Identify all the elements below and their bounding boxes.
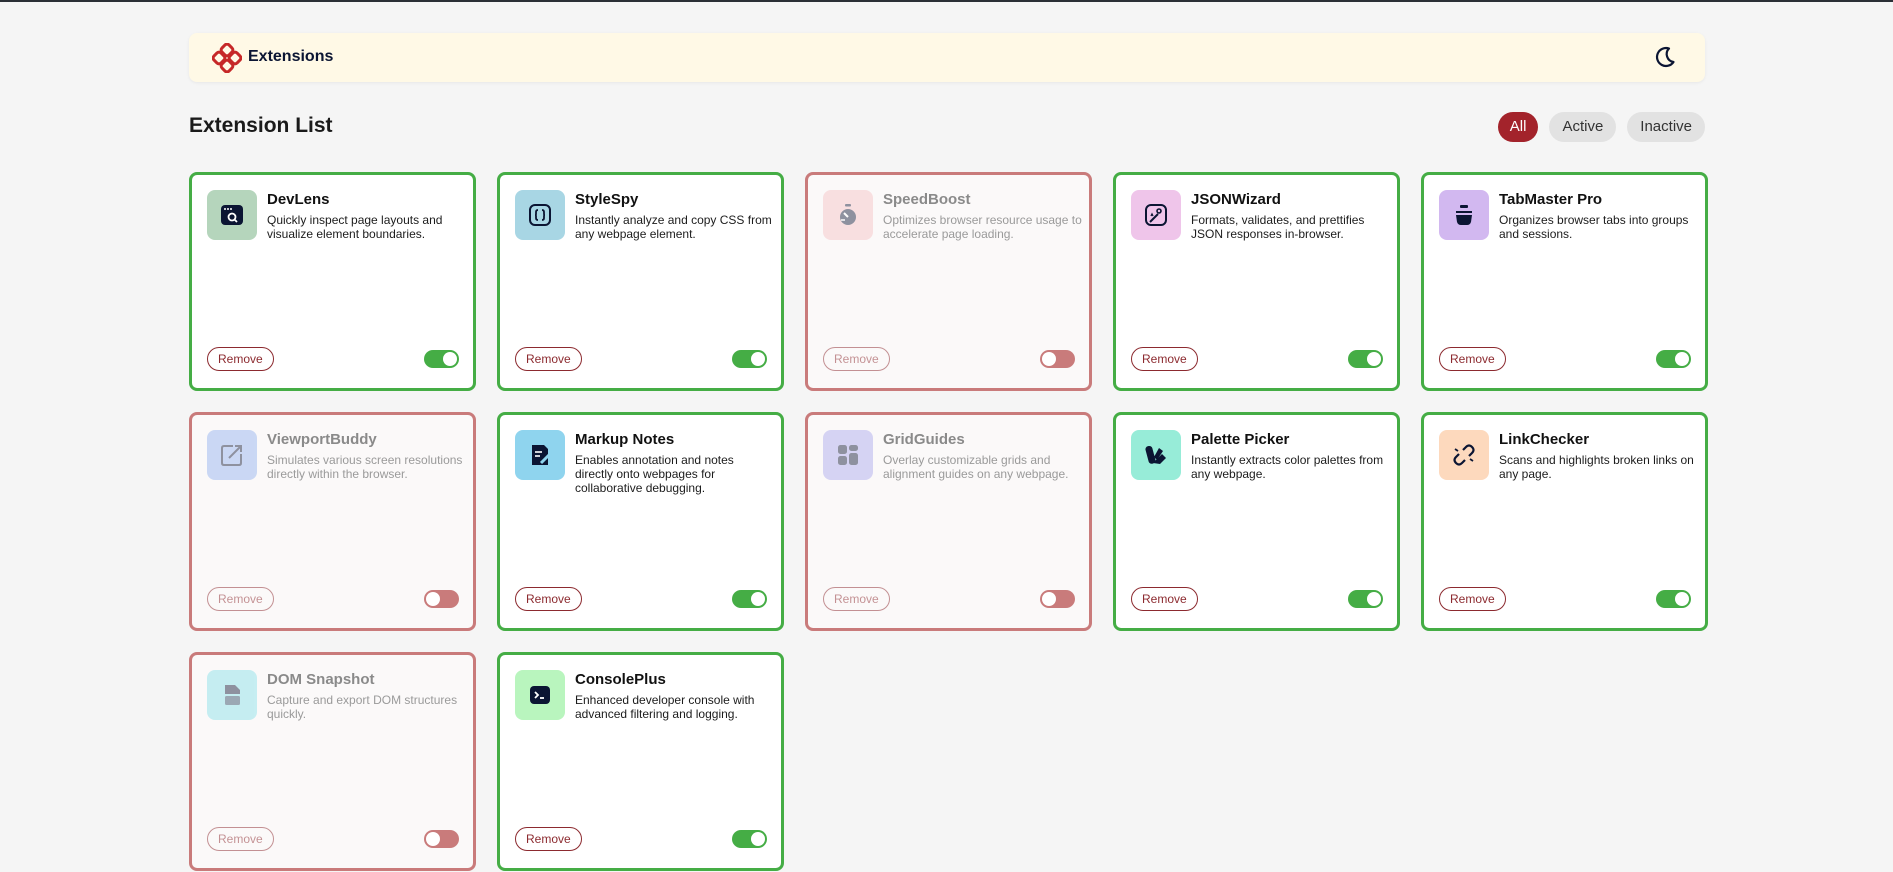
extensions-logo-icon	[212, 43, 242, 73]
toggle-knob	[1367, 592, 1381, 606]
extension-description: Overlay customizable grids and alignment…	[883, 453, 1069, 481]
remove-button[interactable]: Remove	[515, 347, 582, 371]
extension-list-title: Extension List	[189, 114, 333, 137]
extension-name: DOM Snapshot	[267, 671, 375, 688]
extension-name: ConsolePlus	[575, 671, 666, 688]
extension-card: ViewportBuddy Simulates various screen r…	[189, 412, 476, 631]
document-snapshot-icon	[207, 670, 257, 720]
top-border	[0, 0, 1893, 2]
remove-button[interactable]: Remove	[1131, 347, 1198, 371]
toggle-knob	[751, 592, 765, 606]
remove-button[interactable]: Remove	[515, 827, 582, 851]
enable-toggle[interactable]	[732, 830, 767, 848]
grid-layout-icon	[823, 430, 873, 480]
remove-button[interactable]: Remove	[823, 347, 890, 371]
extension-name: Palette Picker	[1191, 431, 1290, 448]
brand-name: Extensions	[248, 48, 334, 65]
extension-description: Enhanced developer console with advanced…	[575, 693, 755, 721]
extension-card: DevLens Quickly inspect page layouts and…	[189, 172, 476, 391]
extension-description: Instantly analyze and copy CSS from any …	[575, 213, 772, 241]
remove-button[interactable]: Remove	[1131, 587, 1198, 611]
enable-toggle[interactable]	[424, 350, 459, 368]
remove-button[interactable]: Remove	[823, 587, 890, 611]
remove-button[interactable]: Remove	[207, 347, 274, 371]
extension-description: Instantly extracts color palettes from a…	[1191, 453, 1384, 481]
app-header: Extensions	[189, 33, 1705, 82]
toggle-knob	[1675, 352, 1689, 366]
terminal-icon	[515, 670, 565, 720]
extension-name: LinkChecker	[1499, 431, 1590, 448]
tab-stack-icon	[1439, 190, 1489, 240]
broken-link-icon	[1439, 430, 1489, 480]
enable-toggle[interactable]	[1656, 590, 1691, 608]
enable-toggle[interactable]	[1040, 590, 1075, 608]
extension-card: LinkChecker Scans and highlights broken …	[1421, 412, 1708, 631]
extension-name: Markup Notes	[575, 431, 675, 448]
toggle-knob	[443, 352, 457, 366]
extension-description: Simulates various screen resolutions dir…	[267, 453, 463, 481]
extension-card: ConsolePlus Enhanced developer console w…	[497, 652, 784, 871]
enable-toggle[interactable]	[424, 830, 459, 848]
extension-description: Quickly inspect page layouts and visuali…	[267, 213, 443, 241]
extension-name: ViewportBuddy	[267, 431, 377, 448]
browser-search-icon	[207, 190, 257, 240]
extension-description: Enables annotation and notes directly on…	[575, 453, 734, 495]
extension-card: Markup Notes Enables annotation and note…	[497, 412, 784, 631]
enable-toggle[interactable]	[1348, 350, 1383, 368]
extension-name: SpeedBoost	[883, 191, 971, 208]
toggle-knob	[426, 832, 440, 846]
extension-card: Palette Picker Instantly extracts color …	[1113, 412, 1400, 631]
enable-toggle[interactable]	[1348, 590, 1383, 608]
extension-description: Optimizes browser resource usage to acce…	[883, 213, 1082, 241]
enable-toggle[interactable]	[1656, 350, 1691, 368]
filter-active[interactable]: Active	[1549, 112, 1617, 142]
json-wand-icon	[1131, 190, 1181, 240]
extension-description: Organizes browser tabs into groups and s…	[1499, 213, 1689, 241]
extension-description: Capture and export DOM structures quickl…	[267, 693, 458, 721]
extension-name: TabMaster Pro	[1499, 191, 1603, 208]
stopwatch-icon	[823, 190, 873, 240]
toggle-knob	[1042, 352, 1056, 366]
palette-icon	[1131, 430, 1181, 480]
filter-all[interactable]: All	[1497, 112, 1539, 142]
expand-arrow-icon	[207, 430, 257, 480]
toggle-knob	[1042, 592, 1056, 606]
extension-card: GridGuides Overlay customizable grids an…	[805, 412, 1092, 631]
extension-name: StyleSpy	[575, 191, 639, 208]
remove-button[interactable]: Remove	[1439, 587, 1506, 611]
extension-card: JSONWizard Formats, validates, and prett…	[1113, 172, 1400, 391]
toggle-knob	[1367, 352, 1381, 366]
note-pen-icon	[515, 430, 565, 480]
remove-button[interactable]: Remove	[1439, 347, 1506, 371]
css-braces-icon	[515, 190, 565, 240]
enable-toggle[interactable]	[732, 590, 767, 608]
extension-card: SpeedBoost Optimizes browser resource us…	[805, 172, 1092, 391]
enable-toggle[interactable]	[424, 590, 459, 608]
extension-card: StyleSpy Instantly analyze and copy CSS …	[497, 172, 784, 391]
toggle-knob	[426, 592, 440, 606]
remove-button[interactable]: Remove	[207, 827, 274, 851]
moon-icon[interactable]	[1651, 43, 1679, 71]
filter-inactive[interactable]: Inactive	[1627, 112, 1705, 142]
enable-toggle[interactable]	[1040, 350, 1075, 368]
toggle-knob	[1675, 592, 1689, 606]
extension-description: Formats, validates, and prettifies JSON …	[1191, 213, 1365, 241]
extension-name: GridGuides	[883, 431, 965, 448]
remove-button[interactable]: Remove	[207, 587, 274, 611]
toggle-knob	[751, 832, 765, 846]
extension-card: DOM Snapshot Capture and export DOM stru…	[189, 652, 476, 871]
extension-card: TabMaster Pro Organizes browser tabs int…	[1421, 172, 1708, 391]
enable-toggle[interactable]	[732, 350, 767, 368]
extension-name: JSONWizard	[1191, 191, 1281, 208]
extension-description: Scans and highlights broken links on any…	[1499, 453, 1694, 481]
remove-button[interactable]: Remove	[515, 587, 582, 611]
extension-grid: DevLens Quickly inspect page layouts and…	[189, 172, 1708, 871]
filter-group: All Active Inactive	[1497, 112, 1705, 142]
toggle-knob	[751, 352, 765, 366]
extension-name: DevLens	[267, 191, 330, 208]
